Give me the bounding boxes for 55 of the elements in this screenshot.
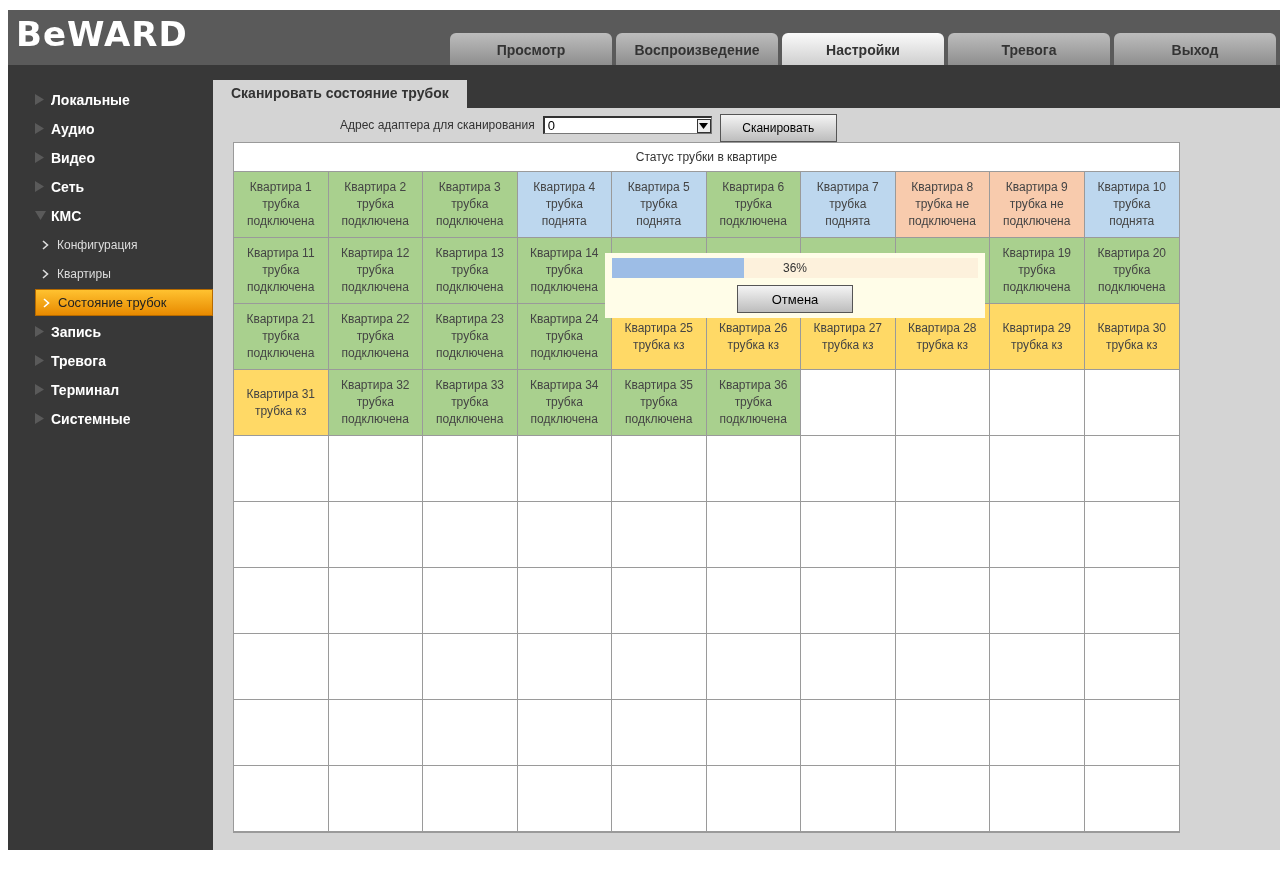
- table-cell: Квартира 22 трубка подключена: [328, 304, 423, 370]
- table-cell: Квартира 1 трубка подключена: [234, 172, 329, 238]
- table-cell: Квартира 7 трубка поднята: [801, 172, 896, 238]
- table-cell: Квартира 10 трубка поднята: [1084, 172, 1179, 238]
- table-cell: Квартира 29 трубка кз: [990, 304, 1085, 370]
- table-cell: Квартира 13 трубка подключена: [423, 238, 518, 304]
- table-cell: Квартира 6 трубка подключена: [706, 172, 801, 238]
- progress-bar: 36%: [612, 258, 978, 278]
- table-cell: Квартира 23 трубка подключена: [423, 304, 518, 370]
- sidebar-item[interactable]: КМС: [8, 201, 213, 230]
- nav-tab[interactable]: Просмотр: [450, 33, 612, 65]
- table-cell: Квартира 34 трубка подключена: [517, 370, 612, 436]
- cancel-button[interactable]: Отмена: [737, 285, 853, 313]
- sidebar-item[interactable]: Тревога: [8, 346, 213, 375]
- sidebar-item[interactable]: Сеть: [8, 172, 213, 201]
- sidebar-item[interactable]: Локальные: [8, 85, 213, 114]
- nav-tab[interactable]: Настройки: [782, 33, 944, 65]
- chevron-icon: [42, 268, 49, 279]
- table-cell: Квартира 21 трубка подключена: [234, 304, 329, 370]
- table-cell: Квартира 35 трубка подключена: [612, 370, 707, 436]
- table-cell: Квартира 32 трубка подключена: [328, 370, 423, 436]
- table-cell: Квартира 12 трубка подключена: [328, 238, 423, 304]
- logo: BeWARD: [16, 14, 188, 54]
- scan-button[interactable]: Сканировать: [719, 114, 837, 142]
- nav-tab[interactable]: Тревога: [948, 33, 1110, 65]
- sidebar-item[interactable]: Видео: [8, 143, 213, 172]
- sidebar-subitem[interactable]: Конфигурация: [35, 230, 213, 259]
- sidebar-item[interactable]: Системные: [8, 404, 213, 433]
- table-cell: Квартира 33 трубка подключена: [423, 370, 518, 436]
- table-cell: Квартира 30 трубка кз: [1084, 304, 1179, 370]
- table-cell: Квартира 8 трубка не подключена: [895, 172, 990, 238]
- table-cell: Квартира 5 трубка поднята: [612, 172, 707, 238]
- table-cell: Квартира 31 трубка кз: [234, 370, 329, 436]
- table-cell: Квартира 14 трубка подключена: [517, 238, 612, 304]
- sidebar-subitem[interactable]: Квартиры: [35, 259, 213, 288]
- page-tab[interactable]: Сканировать состояние трубок: [213, 80, 467, 108]
- table-cell: Квартира 4 трубка поднята: [517, 172, 612, 238]
- sidebar-item[interactable]: Запись: [8, 317, 213, 346]
- nav-tab[interactable]: Воспроизведение: [616, 33, 778, 65]
- table-cell: Квартира 36 трубка подключена: [706, 370, 801, 436]
- table-cell: Квартира 20 трубка подключена: [1084, 238, 1179, 304]
- table-cell: Квартира 2 трубка подключена: [328, 172, 423, 238]
- table-cell: Квартира 11 трубка подключена: [234, 238, 329, 304]
- chevron-icon: [43, 297, 50, 308]
- sidebar-item[interactable]: Аудио: [8, 114, 213, 143]
- field-label: Адрес адаптера для сканирования: [340, 118, 535, 132]
- sidebar-item[interactable]: Терминал: [8, 375, 213, 404]
- table-cell: Квартира 3 трубка подключена: [423, 172, 518, 238]
- nav-tab[interactable]: Выход: [1114, 33, 1276, 65]
- table-cell: Квартира 24 трубка подключена: [517, 304, 612, 370]
- sidebar-subitem[interactable]: Состояние трубок: [35, 289, 213, 316]
- table-cell: Квартира 19 трубка подключена: [990, 238, 1085, 304]
- chevron-icon: [42, 239, 49, 250]
- address-select[interactable]: 0: [542, 116, 712, 134]
- table-cell: Квартира 9 трубка не подключена: [990, 172, 1085, 238]
